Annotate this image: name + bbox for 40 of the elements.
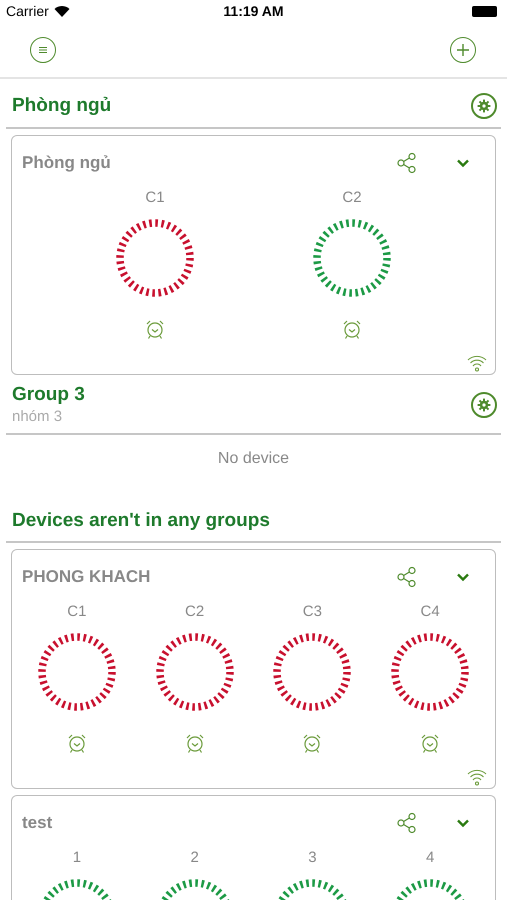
carrier-label: Carrier [6,3,49,19]
wifi-icon [467,354,487,372]
menu-icon [38,46,48,54]
channel-label: 2 [190,848,199,868]
alarm-clock-icon[interactable] [341,318,363,340]
channel-label: 3 [308,848,317,868]
alarm-clock-icon[interactable] [144,318,166,340]
group-title: Group 3 [12,383,85,407]
settings-icon [477,398,491,412]
channel-label: C1 [67,602,86,622]
channel-label: 4 [426,848,434,868]
wifi-icon [467,768,487,786]
device-name: test [21,813,54,833]
group-title: Phòng ngủ [12,94,112,118]
empty-message: No device [218,449,290,469]
settings-button[interactable] [471,93,497,119]
plus-icon [456,42,470,56]
share-icon[interactable] [396,152,418,174]
channel-label: C2 [185,602,204,622]
group-subtitle: nhóm 3 [12,407,64,427]
device-name: Phòng ngủ [21,153,112,173]
add-button[interactable] [450,36,476,62]
channel-label: 1 [72,848,82,868]
channel-label: C1 [145,188,165,208]
settings-button[interactable] [471,392,497,418]
channel-label: C4 [420,602,440,622]
menu-button[interactable] [30,36,56,62]
device-name: PHONG KHACH [21,567,152,587]
share-icon[interactable] [396,566,418,588]
wifi-signal-icon [54,5,70,17]
share-icon[interactable] [396,812,418,834]
chevron-down-icon[interactable] [456,158,470,168]
battery-icon [472,6,497,16]
channel-label: C2 [342,188,362,208]
channel-label: C3 [302,602,322,622]
chevron-down-icon[interactable] [456,572,470,582]
section-title: Devices aren't in any groups [12,509,270,533]
chevron-down-icon[interactable] [456,818,470,828]
settings-icon [477,99,491,113]
clock-time: 11:19 AM [223,3,284,19]
